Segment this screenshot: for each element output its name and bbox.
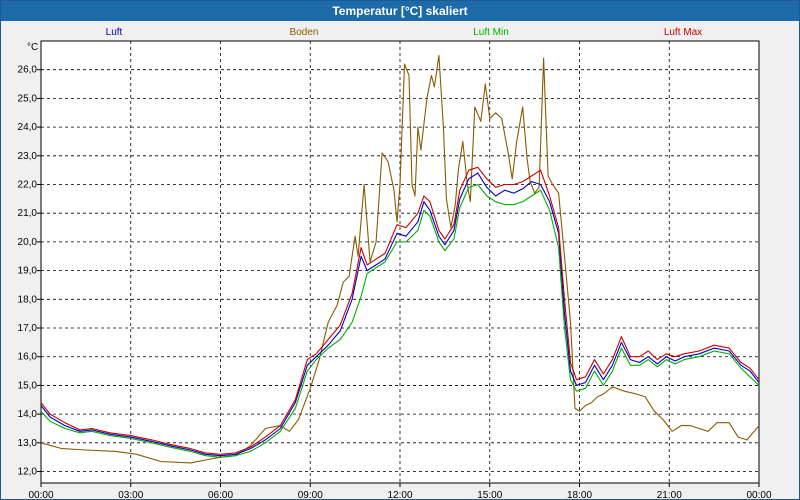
legend-entry: Luft Max	[664, 27, 702, 38]
legend-entry: Boden	[290, 27, 319, 38]
legend: Luft Boden Luft Min Luft Max	[106, 27, 703, 38]
y-axis-unit: °C	[27, 42, 38, 53]
y-tick-label: 13,0	[18, 438, 38, 449]
y-axis: 12,0 13,0 14,0 15,0 16,0 17,0 18,0 19,0 20,0 21,0…	[18, 65, 41, 478]
legend-entry: Luft Min	[473, 27, 509, 38]
y-tick-label: 17,0	[18, 323, 38, 334]
y-tick-label: 19,0	[18, 266, 38, 277]
y-tick-label: 24,0	[18, 122, 38, 133]
chart-window: Temperatur [°C] skaliert 12,0 13,0 14,0 15,…	[0, 0, 800, 500]
y-tick-label: 21,0	[18, 208, 38, 219]
y-tick-label: 23,0	[18, 151, 38, 162]
y-tick-label: 25,0	[18, 93, 38, 104]
legend-entry: Luft	[106, 27, 123, 38]
x-tick-time: 09:00	[298, 490, 323, 499]
y-tick-label: 22,0	[18, 180, 38, 191]
y-tick-label: 26,0	[18, 65, 38, 76]
y-tick-label: 15,0	[18, 380, 38, 391]
y-tick-label: 16,0	[18, 352, 38, 363]
window-title: Temperatur [°C] skaliert	[1, 1, 799, 21]
x-tick-time: 18:00	[567, 490, 592, 499]
x-tick-time: 00:00	[28, 490, 53, 499]
temperature-chart: 12,0 13,0 14,0 15,0 16,0 17,0 18,0 19,0 20,0 21,0…	[18, 27, 772, 499]
y-tick-label: 18,0	[18, 294, 38, 305]
x-tick-time: 12:00	[387, 490, 412, 499]
x-tick-time: 00:00	[746, 490, 771, 499]
x-axis: 00:0012.05.1703:0012.05.1706:0012.05.170…	[28, 483, 772, 499]
x-tick-time: 06:00	[208, 490, 233, 499]
x-tick-time: 03:00	[118, 490, 143, 499]
x-tick-time: 21:00	[657, 490, 682, 499]
x-tick-time: 15:00	[477, 490, 502, 499]
y-tick-label: 20,0	[18, 237, 38, 248]
y-tick-label: 12,0	[18, 467, 38, 478]
y-tick-label: 14,0	[18, 409, 38, 420]
